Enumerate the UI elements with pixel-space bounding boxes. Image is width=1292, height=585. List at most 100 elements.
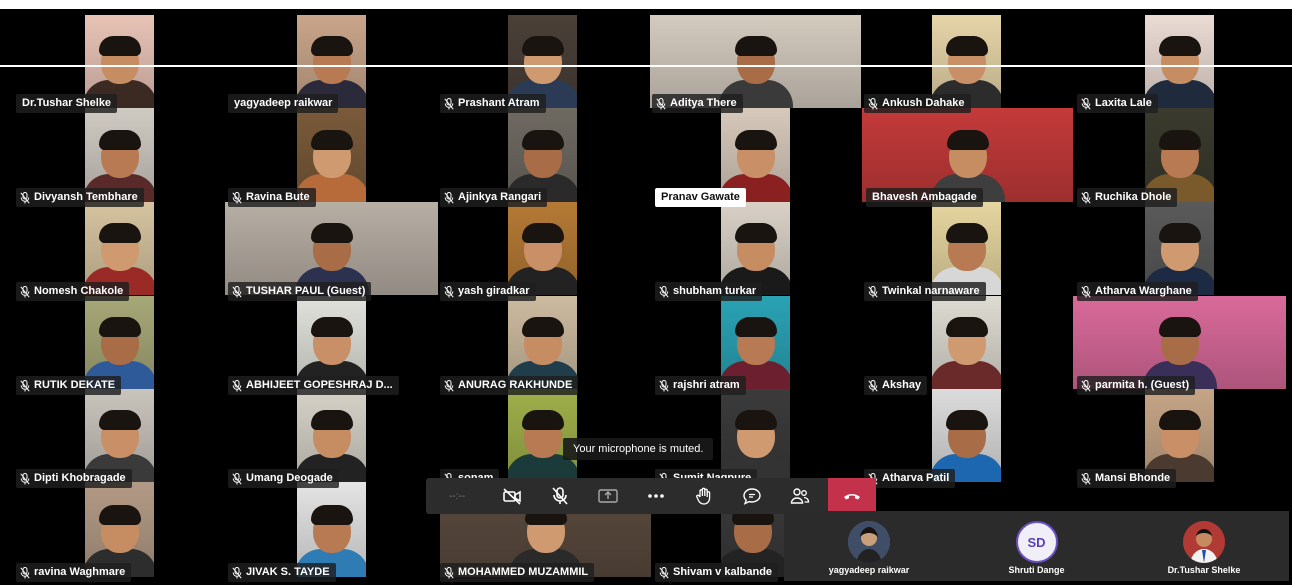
mic-muted-icon — [444, 379, 454, 392]
participant-name: rajshri atram — [673, 379, 740, 391]
raise-hand-icon — [696, 487, 711, 505]
participants-button[interactable] — [776, 478, 824, 514]
participant-name: yash giradkar — [458, 285, 530, 297]
call-controls-bar: --:-- — [426, 478, 876, 514]
participant-name: MOHAMMED MUZAMMIL — [458, 566, 589, 578]
participant-name-label: Prashant Atram — [440, 94, 546, 113]
participant-video-tile[interactable] — [932, 296, 1001, 389]
mic-muted-icon — [444, 285, 454, 298]
camera-off-icon — [503, 488, 521, 505]
participant-name: RUTIK DEKATE — [34, 379, 116, 391]
mic-muted-icon — [444, 191, 454, 204]
participant-name: Pranav Gawate — [661, 191, 740, 203]
mic-muted-icon — [1081, 97, 1091, 110]
participant-name-label: Dr.Tushar Shelke — [16, 94, 118, 113]
participant-name-label: ANURAG RAKHUNDE — [440, 376, 579, 395]
mic-muted-icon — [232, 379, 242, 392]
share-screen-button[interactable] — [584, 478, 632, 514]
divider-line — [0, 65, 1292, 67]
roster-tile-yagyadeep[interactable]: yagyadeep raikwar — [784, 511, 954, 581]
participant-name: yagyadeep raikwar — [234, 97, 333, 109]
roster-tile-tushar[interactable]: Dr.Tushar Shelke — [1119, 511, 1289, 581]
roster-tile-shruti[interactable]: SD Shruti Dange — [954, 511, 1119, 581]
raise-hand-button[interactable] — [680, 478, 728, 514]
mic-muted-icon — [232, 472, 242, 485]
mic-muted-icon — [20, 285, 30, 298]
participant-name: Nomesh Chakole — [34, 285, 124, 297]
mic-muted-toast: Your microphone is muted. — [563, 438, 714, 460]
mic-muted-icon — [232, 285, 242, 298]
participant-name-label: Aditya There — [652, 94, 743, 113]
participant-name: Divyansh Tembhare — [34, 191, 138, 203]
participant-name-label: Dipti Khobragade — [16, 469, 132, 488]
participant-name-label: Ankush Dahake — [864, 94, 971, 113]
participant-name: Umang Deogade — [246, 472, 333, 484]
participant-video-tile[interactable] — [508, 389, 577, 482]
share-screen-icon — [598, 489, 618, 503]
participant-name-label: shubham turkar — [655, 282, 763, 301]
participant-name: ravina Waghmare — [34, 566, 126, 578]
chat-icon — [743, 488, 761, 505]
participant-name: ABHIJEET GOPESHRAJ D... — [246, 379, 393, 391]
mic-muted-icon — [659, 285, 669, 298]
participant-name-label: Laxita Lale — [1077, 94, 1158, 113]
participant-name-label: Atharva Warghane — [1077, 282, 1198, 301]
participant-name-label: Atharva Patil — [864, 469, 956, 488]
participant-name-label: ABHIJEET GOPESHRAJ D... — [228, 376, 399, 395]
participant-name: Ruchika Dhole — [1095, 191, 1172, 203]
mic-muted-icon — [20, 566, 30, 579]
participant-name-label: Mansi Bhonde — [1077, 469, 1177, 488]
participant-name: TUSHAR PAUL (Guest) — [246, 285, 366, 297]
participant-name: Ankush Dahake — [882, 97, 965, 109]
call-timer: --:-- — [448, 490, 466, 502]
initials-avatar: SD — [1015, 521, 1058, 563]
mic-muted-icon — [868, 97, 878, 110]
more-actions-icon — [648, 494, 664, 498]
participant-name: Dr.Tushar Shelke — [22, 97, 112, 109]
participant-name: Prashant Atram — [458, 97, 540, 109]
mic-muted-icon — [1081, 285, 1091, 298]
more-actions-button[interactable] — [632, 478, 680, 514]
participant-name-label: ravina Waghmare — [16, 563, 132, 582]
participant-name-label: MOHAMMED MUZAMMIL — [440, 563, 595, 582]
participant-name: Akshay — [882, 379, 922, 391]
participant-name-label: Umang Deogade — [228, 469, 339, 488]
participant-name-label: Shivam v kalbande — [655, 563, 779, 582]
participant-name-label: Twinkal narnaware — [864, 282, 986, 301]
participant-name: JIVAK S. TAYDE — [246, 566, 330, 578]
avatar — [848, 521, 890, 563]
mic-muted-icon — [659, 379, 669, 392]
avatar — [1183, 521, 1225, 563]
participant-name-label: Divyansh Tembhare — [16, 188, 144, 207]
mic-muted-icon — [868, 379, 878, 392]
roster-name: yagyadeep raikwar — [828, 565, 910, 575]
participant-name-label: yash giradkar — [440, 282, 536, 301]
mic-muted-icon — [20, 191, 30, 204]
mic-muted-icon — [868, 285, 878, 298]
video-meeting-stage: Dr.Tushar Shelke yagyadeep raikwar Prashan… — [0, 0, 1292, 585]
participant-name-label: TUSHAR PAUL (Guest) — [228, 282, 372, 301]
participant-name: Ravina Bute — [246, 191, 310, 203]
mic-muted-icon — [20, 472, 30, 485]
chat-button[interactable] — [728, 478, 776, 514]
roster-name: Dr.Tushar Shelke — [1167, 565, 1241, 575]
participant-name: parmita h. (Guest) — [1095, 379, 1190, 391]
participant-name: Dipti Khobragade — [34, 472, 126, 484]
participant-name: Shivam v kalbande — [673, 566, 773, 578]
mic-muted-icon — [444, 97, 454, 110]
participant-name: Mansi Bhonde — [1095, 472, 1171, 484]
participant-silhouette — [932, 317, 1001, 389]
participant-name-label: Ruchika Dhole — [1077, 188, 1178, 207]
participant-name-label: RUTIK DEKATE — [16, 376, 122, 395]
participant-name-label: Akshay — [864, 376, 928, 395]
participant-name: Bhavesh Ambagade — [872, 191, 977, 203]
mic-muted-icon — [659, 566, 669, 579]
mic-toggle-button[interactable] — [536, 478, 584, 514]
hang-up-button[interactable] — [828, 478, 876, 514]
participant-name: Atharva Patil — [882, 472, 950, 484]
participant-name: shubham turkar — [673, 285, 757, 297]
participant-name-label: rajshri atram — [655, 376, 746, 395]
camera-toggle-button[interactable] — [488, 478, 536, 514]
participant-name-label: Nomesh Chakole — [16, 282, 130, 301]
participant-name-label: Pranav Gawate — [655, 188, 746, 207]
